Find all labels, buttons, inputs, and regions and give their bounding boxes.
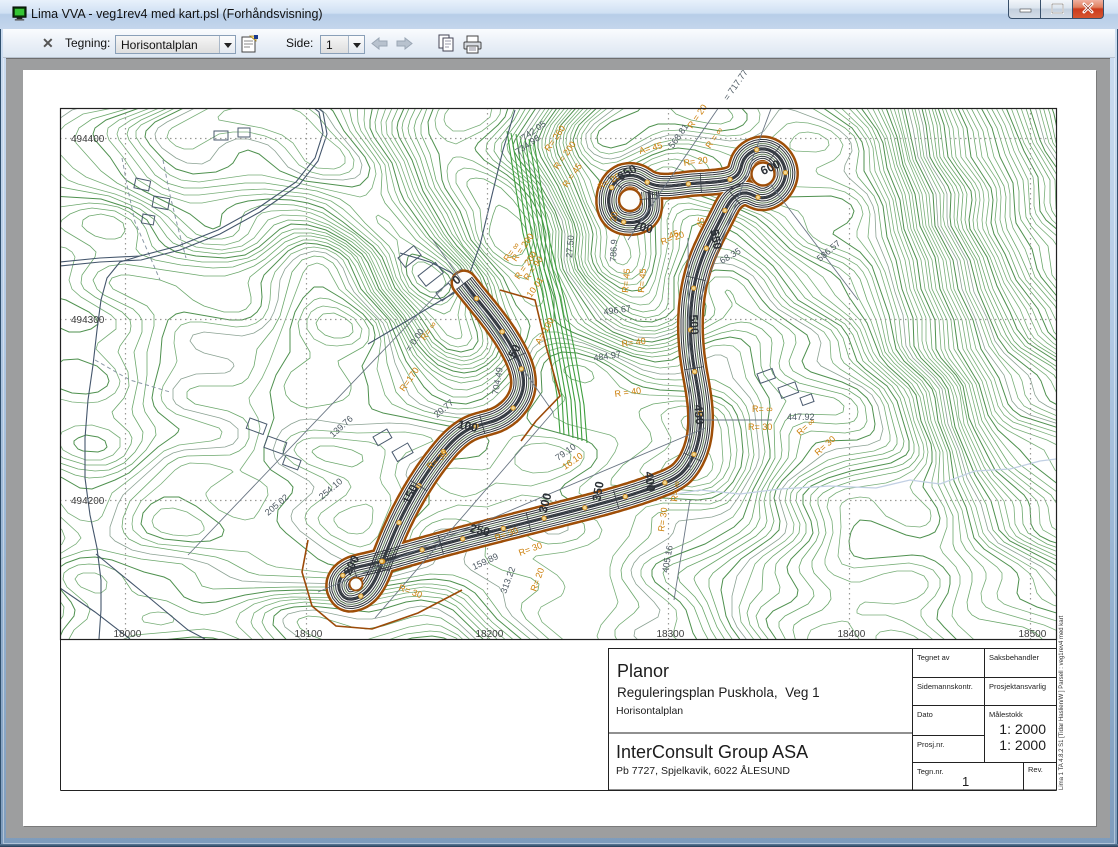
svg-text:1: 2000: 1: 2000 (999, 721, 1046, 737)
svg-text:786.9: 786.9 (608, 239, 619, 262)
svg-text:Tegnet av: Tegnet av (917, 653, 950, 662)
svg-text:Saksbehandler: Saksbehandler (989, 653, 1040, 662)
svg-text:Reguleringsplan Puskhola, Veg: Reguleringsplan Puskhola, Veg 1 (617, 685, 820, 700)
svg-text:18300: 18300 (657, 629, 685, 640)
svg-text:1: 1 (962, 774, 969, 789)
svg-text:Tegn.nr.: Tegn.nr. (917, 767, 944, 776)
svg-text:18500: 18500 (1019, 629, 1047, 640)
svg-text:R= ∞: R= ∞ (752, 404, 773, 414)
svg-text:Planor: Planor (617, 661, 669, 681)
svg-text:Horisontalplan: Horisontalplan (616, 705, 683, 717)
svg-text:400: 400 (642, 471, 658, 493)
svg-text:Rev.: Rev. (1028, 765, 1043, 774)
svg-text:18200: 18200 (476, 629, 504, 640)
svg-text:18400: 18400 (838, 629, 866, 640)
svg-text:18000: 18000 (114, 629, 142, 640)
svg-text:Dato: Dato (917, 710, 933, 719)
svg-text:InterConsult Group ASA: InterConsult Group ASA (616, 742, 808, 762)
svg-text:494300: 494300 (71, 315, 105, 326)
svg-text:Lima 1 TA 4.8.2 S1 [Tidar Has: Lima 1 TA 4.8.2 S1 [Tidar Haslien/W ] Pa… (1059, 615, 1065, 790)
svg-text:Pb 7727, Spjelkavik, 6022 ÅLES: Pb 7727, Spjelkavik, 6022 ÅLESUND (616, 764, 790, 777)
svg-text:R= 30: R= 30 (748, 422, 772, 432)
svg-text:Prosj.nr.: Prosj.nr. (917, 740, 945, 749)
svg-text:494400: 494400 (71, 134, 105, 145)
svg-text:Prosjektansvarlig: Prosjektansvarlig (989, 682, 1046, 691)
svg-text:20: 20 (608, 211, 620, 223)
svg-text:1: 2000: 1: 2000 (999, 737, 1046, 753)
svg-text:18100: 18100 (295, 629, 323, 640)
svg-text:500: 500 (686, 314, 702, 335)
svg-text:Sidemannskontr.: Sidemannskontr. (917, 682, 973, 691)
svg-text:450: 450 (691, 404, 707, 426)
svg-text:R= 45: R= 45 (636, 268, 648, 293)
svg-text:494200: 494200 (71, 496, 105, 507)
svg-text:27.50: 27.50 (564, 235, 576, 258)
svg-text:Målestokk: Målestokk (989, 710, 1023, 719)
svg-text:R= 45: R= 45 (620, 268, 632, 293)
